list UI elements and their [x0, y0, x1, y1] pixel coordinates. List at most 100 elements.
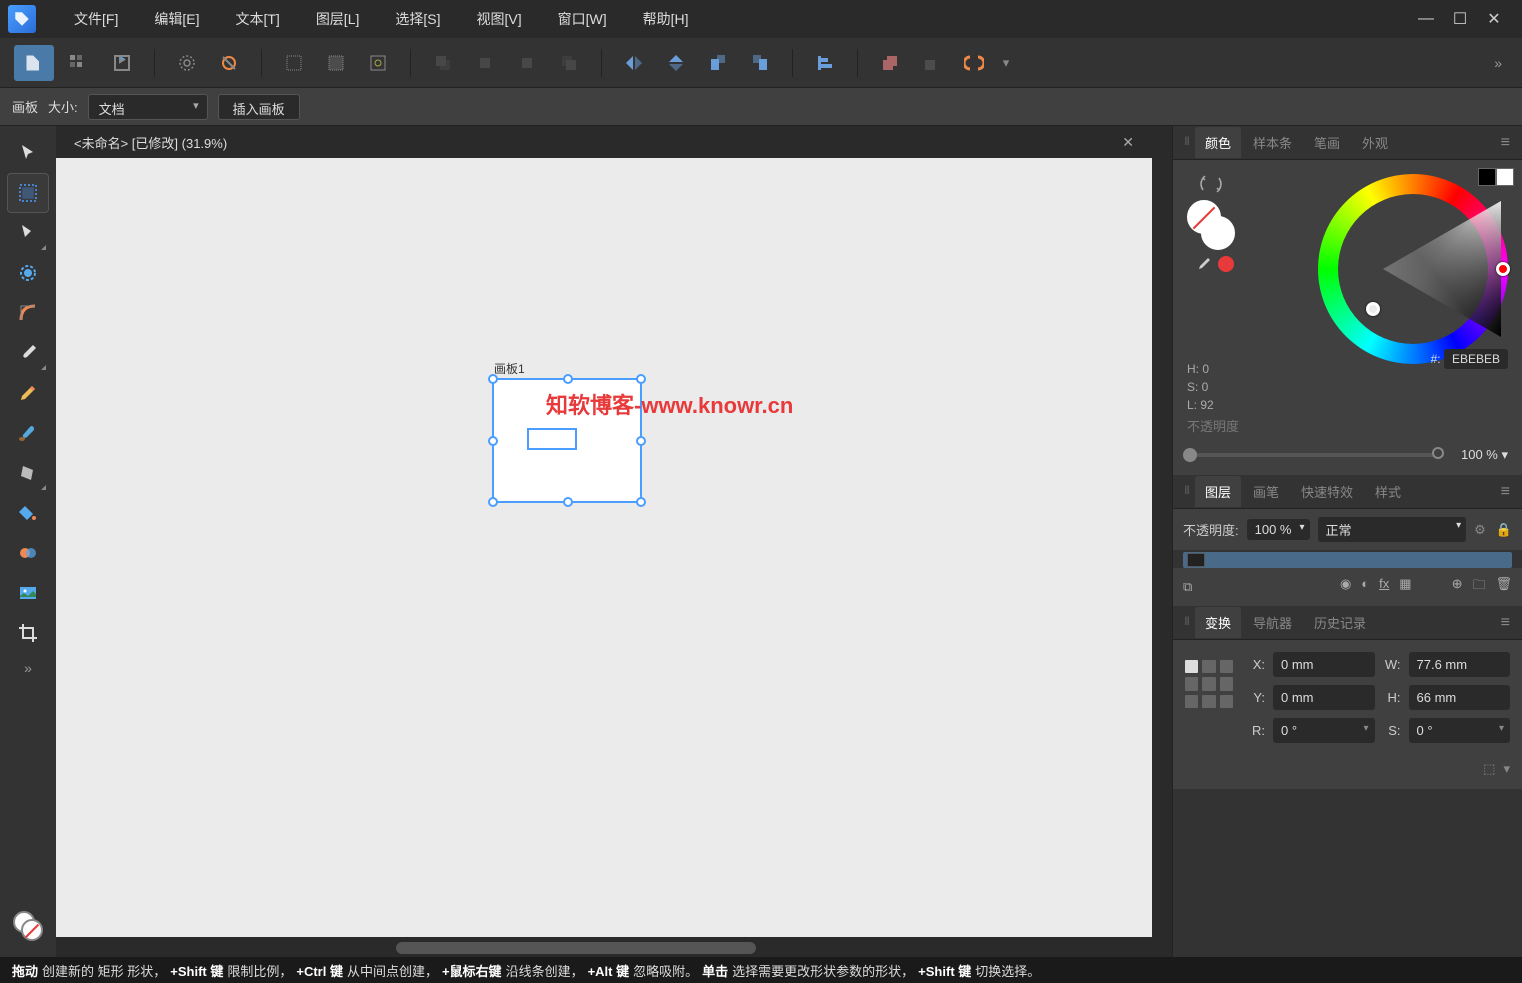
layer-list[interactable] — [1173, 550, 1522, 568]
move-front-button[interactable] — [549, 45, 589, 81]
smudge-tool[interactable] — [8, 454, 48, 492]
document-close-button[interactable]: ✕ — [1122, 134, 1134, 151]
handle-e[interactable] — [636, 436, 646, 446]
menu-help[interactable]: 帮助[H] — [625, 0, 707, 38]
color-wheel[interactable] — [1318, 174, 1508, 364]
snap-toggle-button[interactable] — [954, 45, 994, 81]
gear-icon[interactable]: ⚙ — [1474, 522, 1486, 538]
panel-menu-button[interactable]: ≡ — [1495, 483, 1516, 501]
handle-n[interactable] — [563, 374, 573, 384]
tab-swatches[interactable]: 样本条 — [1243, 127, 1302, 158]
lock-icon[interactable]: 🔒 — [1496, 522, 1512, 538]
color-swap-tool[interactable] — [8, 907, 48, 945]
tab-history[interactable]: 历史记录 — [1304, 607, 1376, 638]
panel-menu-button[interactable]: ≡ — [1495, 614, 1516, 632]
fx-icon[interactable]: fx — [1379, 576, 1389, 598]
pencil-tool[interactable] — [8, 374, 48, 412]
w-input[interactable]: 77.6 mm — [1409, 652, 1511, 677]
handle-nw[interactable] — [488, 374, 498, 384]
crop-tool[interactable] — [8, 614, 48, 652]
handle-ne[interactable] — [636, 374, 646, 384]
opacity-slider[interactable] — [1187, 453, 1444, 457]
swap-colors-icon[interactable] — [1197, 174, 1225, 194]
menu-window[interactable]: 窗口[W] — [540, 0, 625, 38]
corner-tool[interactable] — [8, 294, 48, 332]
brush-tool[interactable] — [8, 414, 48, 452]
menu-view[interactable]: 视图[V] — [459, 0, 540, 38]
foreground-color[interactable] — [1187, 200, 1221, 234]
flip-horizontal-button[interactable] — [614, 45, 654, 81]
canvas[interactable]: 画板1 知软博客-www.knowr.cn — [56, 158, 1172, 957]
tab-stroke[interactable]: 笔画 — [1304, 127, 1350, 158]
opacity-value[interactable]: 100 % ▾ — [1454, 447, 1508, 463]
inner-rectangle[interactable] — [527, 428, 577, 450]
sl-handle[interactable] — [1366, 302, 1380, 316]
transparency-tool[interactable] — [8, 534, 48, 572]
blend-mode-select[interactable]: 正常 — [1318, 517, 1467, 542]
hex-input[interactable]: EBEBEB — [1444, 349, 1508, 369]
subtract-op-button[interactable] — [912, 45, 952, 81]
tab-transform[interactable]: 变换 — [1195, 607, 1241, 638]
size-select[interactable]: 文档 — [88, 94, 208, 120]
move-back-button[interactable] — [423, 45, 463, 81]
anchor-selector[interactable] — [1185, 660, 1233, 708]
h-input[interactable]: 66 mm — [1409, 685, 1511, 710]
delete-layer-icon[interactable]: 🗑 — [1495, 576, 1512, 598]
contour-tool[interactable] — [8, 254, 48, 292]
eyedropper-icon[interactable] — [1194, 256, 1212, 274]
persona-designer-button[interactable] — [14, 45, 54, 81]
layer-opacity-input[interactable]: 100 % — [1247, 519, 1310, 540]
hue-handle[interactable] — [1496, 262, 1510, 276]
add-op-button[interactable] — [870, 45, 910, 81]
layer-dup-icon[interactable]: ⧉ — [1183, 579, 1192, 595]
s-input[interactable]: 0 ° — [1409, 718, 1511, 743]
place-image-tool[interactable] — [8, 574, 48, 612]
adjustment-icon[interactable]: ◐ — [1361, 576, 1369, 598]
tab-color[interactable]: 颜色 — [1195, 127, 1241, 158]
handle-w[interactable] — [488, 436, 498, 446]
show-margins-button[interactable] — [358, 45, 398, 81]
menu-text[interactable]: 文本[T] — [217, 0, 297, 38]
fill-tool[interactable] — [8, 494, 48, 532]
mask-icon[interactable]: ◉ — [1340, 576, 1351, 598]
recent-color[interactable] — [1218, 256, 1234, 272]
crop-mask-icon[interactable]: ▦ — [1399, 576, 1411, 598]
more-toolbar-button[interactable]: ▾ — [996, 45, 1016, 81]
swatch-white[interactable] — [1496, 168, 1514, 186]
artboard-name-label[interactable]: 画板1 — [494, 360, 525, 377]
scrollbar-vertical[interactable] — [1154, 158, 1172, 937]
add-group-icon[interactable]: 🗀 — [1472, 576, 1485, 598]
menu-layer[interactable]: 图层[L] — [298, 0, 378, 38]
maximize-button[interactable]: ☐ — [1452, 11, 1468, 27]
toolbar-overflow-button[interactable]: » — [1488, 49, 1508, 77]
panel-grip-icon[interactable]: ⦀ — [1179, 616, 1193, 629]
handle-s[interactable] — [563, 497, 573, 507]
rotate-cw-button[interactable] — [740, 45, 780, 81]
preferences-button[interactable] — [167, 45, 207, 81]
link-dimensions-icon[interactable]: ⬚ — [1483, 761, 1495, 777]
panel-grip-icon[interactable]: ⦀ — [1179, 136, 1193, 149]
move-tool[interactable] — [8, 134, 48, 172]
menu-select[interactable]: 选择[S] — [377, 0, 458, 38]
move-forward-button[interactable] — [507, 45, 547, 81]
tab-styles[interactable]: 样式 — [1365, 476, 1411, 507]
layer-row[interactable] — [1183, 552, 1512, 568]
menu-file[interactable]: 文件[F] — [56, 0, 136, 38]
insert-artboard-button[interactable]: 插入画板 — [218, 94, 300, 120]
tab-brushes[interactable]: 画笔 — [1243, 476, 1289, 507]
rotate-ccw-button[interactable] — [698, 45, 738, 81]
tab-appearance[interactable]: 外观 — [1352, 127, 1398, 158]
tab-navigator[interactable]: 导航器 — [1243, 607, 1302, 638]
persona-pixel-button[interactable] — [58, 45, 98, 81]
tab-effects[interactable]: 快速特效 — [1291, 476, 1363, 507]
tools-overflow-button[interactable]: » — [18, 654, 38, 682]
show-guides-button[interactable] — [316, 45, 356, 81]
artboard-tool[interactable] — [8, 174, 48, 212]
panel-grip-icon[interactable]: ⦀ — [1179, 485, 1193, 498]
y-input[interactable]: 0 mm — [1273, 685, 1375, 710]
handle-sw[interactable] — [488, 497, 498, 507]
x-input[interactable]: 0 mm — [1273, 652, 1375, 677]
flip-vertical-button[interactable] — [656, 45, 696, 81]
r-input[interactable]: 0 ° — [1273, 718, 1375, 743]
add-layer-icon[interactable]: ⊕ — [1452, 576, 1463, 598]
